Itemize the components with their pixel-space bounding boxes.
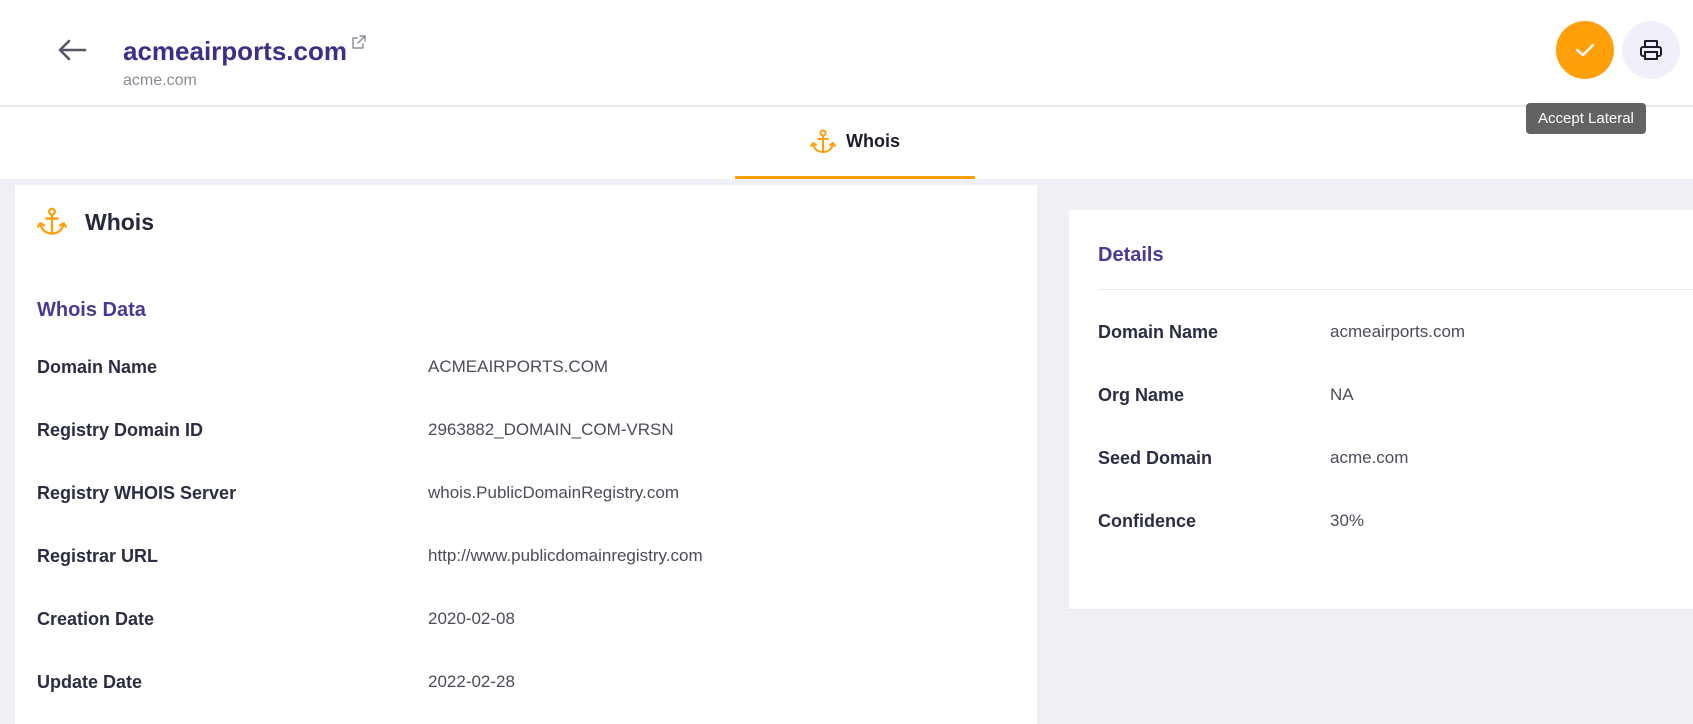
whois-key: Registrar URL (37, 546, 159, 566)
accept-lateral-tooltip: Accept Lateral (1526, 103, 1646, 134)
details-row: Seed Domain acme.com (1098, 448, 1693, 511)
whois-value: 2020-02-08 (428, 609, 515, 628)
whois-card: Whois Whois Data Domain Name ACMEAIRPORT… (15, 185, 1037, 724)
whois-row: Creation Date 2020-02-08 (37, 609, 997, 672)
print-button[interactable] (1622, 21, 1680, 79)
whois-row: Registry WHOIS Server whois.PublicDomain… (37, 483, 997, 546)
whois-value: ACMEAIRPORTS.COM (428, 357, 609, 376)
whois-row: Registrar URL http://www.publicdomainreg… (37, 546, 997, 609)
details-key: Org Name (1098, 385, 1185, 405)
details-key: Domain Name (1098, 322, 1219, 342)
whois-card-header: Whois (37, 207, 154, 237)
whois-key: Registry WHOIS Server (37, 483, 237, 503)
details-row: Domain Name acmeairports.com (1098, 322, 1693, 385)
details-key: Confidence (1098, 511, 1197, 531)
tab-whois[interactable]: Whois (735, 107, 975, 179)
back-button[interactable] (52, 30, 92, 70)
anchor-icon (37, 207, 67, 235)
printer-icon (1640, 40, 1662, 60)
check-icon (1575, 43, 1595, 57)
details-value: 30% (1330, 511, 1365, 530)
whois-key: Registry Domain ID (37, 420, 204, 440)
whois-value: 2963882_DOMAIN_COM-VRSN (428, 420, 674, 439)
whois-value: 2022-02-28 (428, 672, 515, 691)
whois-card-title: Whois (85, 208, 154, 235)
details-value: NA (1330, 385, 1354, 404)
whois-key: Domain Name (37, 357, 158, 377)
whois-row: Registry Domain ID 2963882_DOMAIN_COM-VR… (37, 420, 997, 483)
details-row: Org Name NA (1098, 385, 1693, 448)
details-list: Domain Name acmeairports.com Org Name NA… (1098, 322, 1693, 574)
whois-row: Domain Name ACMEAIRPORTS.COM (37, 357, 997, 420)
whois-key: Creation Date (37, 609, 155, 629)
arrow-left-icon (58, 39, 87, 61)
details-card: Details Domain Name acmeairports.com Org… (1069, 210, 1693, 610)
anchor-icon (810, 129, 836, 153)
details-value: acmeairports.com (1330, 322, 1466, 341)
details-row: Confidence 30% (1098, 511, 1693, 574)
details-heading: Details (1098, 244, 1164, 266)
accept-lateral-button[interactable] (1556, 21, 1614, 79)
whois-value: whois.PublicDomainRegistry.com (428, 483, 679, 502)
whois-data-list: Domain Name ACMEAIRPORTS.COM Registry Do… (37, 357, 997, 724)
details-key: Seed Domain (1098, 448, 1213, 468)
details-value: acme.com (1330, 448, 1409, 467)
page-title: acmeairports.com (123, 36, 347, 66)
title-block: acmeairports.com acme.com (123, 34, 367, 90)
divider (1098, 289, 1693, 290)
whois-value: http://www.publicdomainregistry.com (428, 546, 703, 565)
whois-data-heading: Whois Data (37, 299, 146, 321)
tab-label: Whois (846, 131, 900, 151)
whois-row: Update Date 2022-02-28 (37, 672, 997, 724)
whois-key: Update Date (37, 672, 143, 692)
page-subtitle: acme.com (123, 72, 197, 89)
tab-bar: Whois (0, 107, 1693, 179)
external-link-icon[interactable] (351, 34, 367, 50)
page-header: acmeairports.com acme.com (0, 0, 1693, 106)
